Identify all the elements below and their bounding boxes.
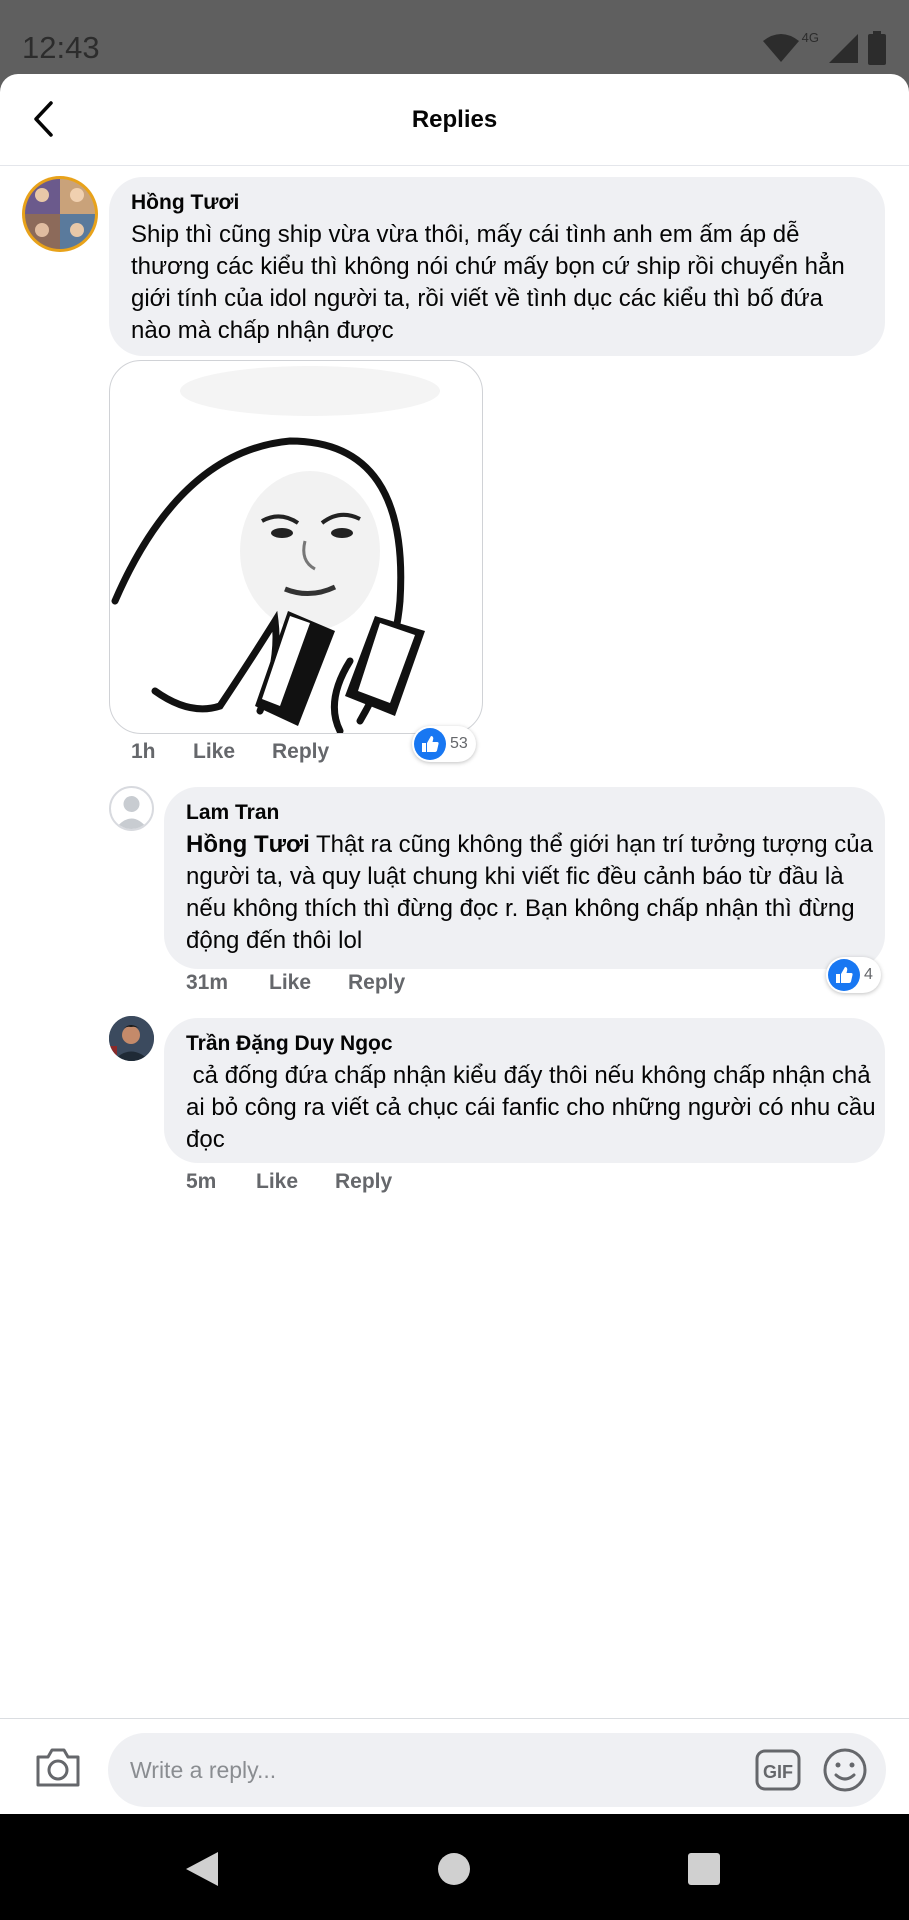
reply-button[interactable]: Reply bbox=[348, 971, 405, 995]
page-title: Replies bbox=[411, 106, 498, 133]
avatar[interactable] bbox=[109, 1016, 154, 1061]
comment-time: 31m bbox=[186, 971, 229, 994]
reply-button[interactable]: Reply bbox=[335, 1170, 392, 1194]
reaction-badge[interactable]: 4 bbox=[826, 957, 881, 993]
comment-time: 1h bbox=[131, 740, 156, 763]
avatar[interactable] bbox=[22, 176, 98, 252]
battery-icon bbox=[868, 31, 886, 65]
sticker-image[interactable] bbox=[109, 360, 483, 734]
nav-recents-button[interactable] bbox=[688, 1853, 720, 1890]
emoji-icon bbox=[823, 1748, 867, 1792]
comment-author[interactable]: Hồng Tươi bbox=[131, 191, 239, 215]
nav-back-button[interactable] bbox=[184, 1850, 220, 1893]
emoji-button[interactable] bbox=[822, 1747, 868, 1793]
thumbs-up-icon bbox=[828, 959, 860, 991]
system-navigation-bar bbox=[0, 1814, 909, 1920]
network-type-label: 4G bbox=[801, 30, 819, 45]
gif-icon: GIF bbox=[755, 1749, 801, 1791]
camera-button[interactable] bbox=[34, 1745, 82, 1789]
comment-time: 5m bbox=[186, 1170, 217, 1193]
header: Replies bbox=[0, 74, 909, 166]
nav-recents-icon bbox=[688, 1853, 720, 1885]
comment-bubble[interactable]: Lam Tran Hồng Tươi Thật ra cũng không th… bbox=[164, 787, 885, 969]
reaction-count: 4 bbox=[864, 966, 873, 983]
signal-icon bbox=[829, 34, 858, 63]
comment-text: Hồng Tươi Thật ra cũng không thể giới hạ… bbox=[186, 829, 876, 957]
camera-icon bbox=[36, 1748, 80, 1787]
comment-author[interactable]: Lam Tran bbox=[186, 801, 279, 825]
mention-link[interactable]: Hồng Tươi bbox=[186, 831, 310, 858]
comment-author[interactable]: Trần Đặng Duy Ngọc bbox=[186, 1032, 393, 1056]
comment-text: Ship thì cũng ship vừa vừa thôi, mấy cái… bbox=[131, 221, 845, 344]
like-button[interactable]: Like bbox=[256, 1170, 298, 1194]
reply-button[interactable]: Reply bbox=[272, 740, 329, 764]
reaction-count: 53 bbox=[450, 735, 468, 752]
gif-button[interactable]: GIF bbox=[755, 1749, 801, 1791]
comment-text: cả đống đứa chấp nhận kiểu đấy thôi nếu … bbox=[186, 1062, 883, 1153]
status-bar: 12:43 4G bbox=[0, 0, 909, 78]
nav-home-icon bbox=[438, 1853, 470, 1885]
reaction-badge[interactable]: 53 bbox=[412, 726, 476, 762]
replies-sheet: Replies Hồng Tươi Ship thì cũng ship vừa… bbox=[0, 74, 909, 1814]
nav-back-icon bbox=[186, 1852, 218, 1886]
nav-home-button[interactable] bbox=[437, 1852, 471, 1891]
reply-composer: GIF bbox=[0, 1718, 909, 1814]
wifi-icon bbox=[762, 34, 799, 62]
comment-bubble[interactable]: Hồng Tươi Ship thì cũng ship vừa vừa thô… bbox=[109, 177, 885, 356]
like-button[interactable]: Like bbox=[269, 971, 311, 995]
thumbs-up-icon bbox=[414, 728, 446, 760]
svg-text:GIF: GIF bbox=[763, 1762, 793, 1782]
status-icons: 4G bbox=[762, 30, 887, 66]
like-button[interactable]: Like bbox=[193, 740, 235, 764]
avatar[interactable] bbox=[109, 786, 154, 831]
comment-bubble[interactable]: Trần Đặng Duy Ngọc cả đống đứa chấp nhận… bbox=[164, 1018, 885, 1163]
status-time: 12:43 bbox=[22, 30, 100, 65]
